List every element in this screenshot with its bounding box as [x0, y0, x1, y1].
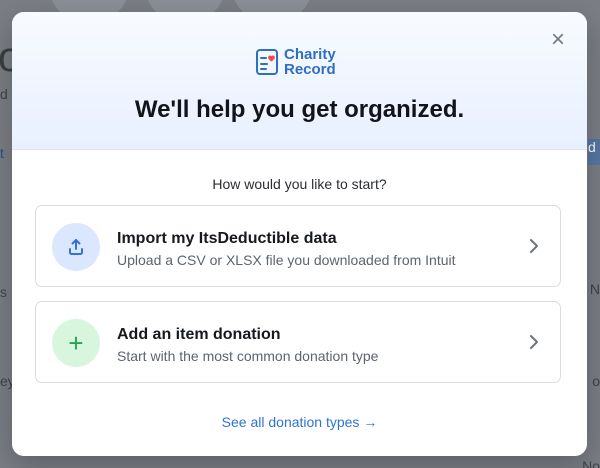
charity-record-logo: Charity Record — [255, 45, 347, 79]
background-text: s — [0, 284, 7, 300]
chevron-right-icon — [530, 335, 538, 349]
logo-line-2: Record — [284, 61, 336, 78]
background-text: o — [592, 373, 600, 389]
onboarding-dialog: Charity Record We'll help you get organi… — [12, 12, 587, 456]
dialog-header: Charity Record We'll help you get organi… — [12, 12, 587, 150]
upload-icon-svg — [69, 239, 83, 255]
chevron-right-icon — [530, 239, 538, 253]
close-button[interactable]: × — [548, 28, 568, 52]
background-text: d — [0, 86, 8, 102]
background-text: d — [588, 139, 600, 165]
background-text: t — [0, 145, 4, 161]
item-donation-title: Add an item donation — [117, 326, 281, 343]
item-donation-option[interactable]: + Add an item donation Start with the mo… — [35, 301, 561, 383]
import-option-title: Import my ItsDeductible data — [117, 230, 337, 247]
see-all-donation-types-link[interactable]: See all donation types → — [12, 413, 587, 431]
background-text: N — [589, 281, 600, 297]
start-question: How would you like to start? — [212, 176, 387, 192]
item-donation-subtitle: Start with the most common donation type — [117, 348, 379, 364]
upload-icon — [52, 223, 100, 271]
background-text: No — [582, 458, 600, 468]
logo-wordmark: Charity Record — [284, 47, 336, 77]
import-data-option[interactable]: Import my ItsDeductible data Upload a CS… — [35, 205, 561, 287]
plus-icon: + — [52, 319, 100, 367]
close-icon: × — [550, 26, 565, 53]
dialog-title: We'll help you get organized. — [134, 96, 465, 123]
logo-icon — [256, 49, 278, 75]
import-option-subtitle: Upload a CSV or XLSX file you downloaded… — [117, 252, 456, 268]
logo-line-1: Charity — [284, 46, 336, 63]
